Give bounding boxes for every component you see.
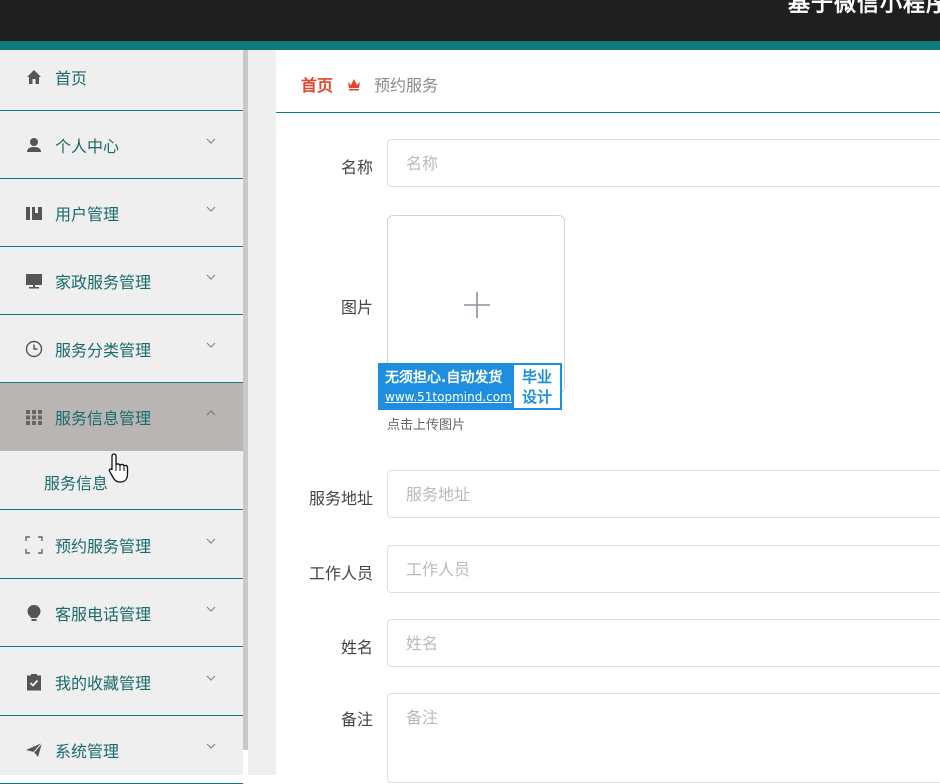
remark-label: 备注 — [340, 710, 373, 729]
breadcrumb: 首页 预约服务 — [301, 72, 438, 96]
chevron-down-icon — [206, 342, 216, 348]
watermark-tag-1: 毕业 — [521, 367, 552, 386]
remark-textarea[interactable] — [387, 693, 940, 783]
sidebar-item-booking[interactable]: 预约服务管理 — [0, 511, 243, 579]
app-title: 基于微信小程序 — [788, 0, 940, 17]
sidebar: 首页 个人中心 用户管理 家政服务管理 服务分类管理 服务信息管理 服务信息 预… — [0, 50, 243, 784]
layout-gutter — [248, 50, 276, 775]
chevron-down-icon — [206, 606, 216, 612]
upload-tip: 点击上传图片 — [387, 418, 466, 433]
users-icon — [25, 204, 43, 222]
chevron-down-icon — [206, 206, 216, 212]
chevron-down-icon — [206, 138, 216, 144]
sidebar-item-profile[interactable]: 个人中心 — [0, 111, 243, 179]
name-input[interactable] — [387, 139, 940, 187]
user-icon — [25, 136, 43, 154]
sidebar-item-label: 服务信息管理 — [55, 409, 152, 428]
hand-cursor-icon — [108, 453, 129, 483]
chevron-down-icon — [206, 274, 216, 280]
sidebar-item-home[interactable]: 首页 — [0, 43, 243, 111]
clipboard-icon — [25, 673, 43, 691]
chevron-down-icon — [206, 743, 216, 749]
chevron-up-icon — [206, 410, 216, 416]
worker-label: 工作人员 — [308, 564, 373, 583]
frame-icon — [25, 535, 43, 554]
watermark-tag-2: 设计 — [521, 387, 552, 406]
home-icon — [25, 68, 43, 86]
submenu-item-label: 服务信息 — [44, 474, 109, 493]
clock-icon — [25, 340, 43, 358]
main-content: 首页 预约服务 名称 图片 无须担心.自动发货 www.51topmind.co… — [276, 50, 940, 783]
sidebar-item-label: 个人中心 — [55, 136, 120, 156]
address-input[interactable] — [387, 470, 940, 518]
watermark-url: www.51topmind.com — [385, 389, 512, 404]
sidebar-item-label: 家政服务管理 — [55, 272, 152, 292]
send-icon — [25, 741, 43, 759]
sidebar-item-label: 我的收藏管理 — [55, 673, 152, 693]
sidebar-item-label: 用户管理 — [55, 204, 120, 224]
worker-input[interactable] — [387, 545, 940, 593]
sidebar-item-label: 预约服务管理 — [55, 536, 152, 556]
chevron-down-icon — [206, 675, 216, 681]
breadcrumb-home-link[interactable]: 首页 — [301, 72, 333, 96]
sidebar-item-service-info[interactable]: 服务信息管理 — [0, 383, 243, 451]
person-name-input[interactable] — [387, 619, 940, 667]
sidebar-item-housekeeping[interactable]: 家政服务管理 — [0, 247, 243, 315]
plus-icon — [464, 292, 490, 318]
name-label: 名称 — [340, 158, 373, 177]
watermark-badge: 无须担心.自动发货 www.51topmind.com 毕业 设计 — [378, 363, 562, 410]
breadcrumb-divider — [276, 112, 940, 113]
bulb-icon — [25, 604, 43, 622]
monitor-icon — [25, 272, 43, 290]
breadcrumb-current: 预约服务 — [374, 76, 439, 95]
crown-icon — [348, 79, 361, 91]
sidebar-item-label: 服务分类管理 — [55, 340, 152, 360]
address-label: 服务地址 — [308, 489, 373, 508]
sidebar-item-label: 首页 — [55, 68, 88, 88]
top-header: 基于微信小程序 — [0, 0, 940, 41]
sidebar-item-favorites[interactable]: 我的收藏管理 — [0, 648, 243, 716]
sidebar-item-system[interactable]: 系统管理 — [0, 716, 243, 784]
sidebar-item-label: 系统管理 — [55, 741, 120, 761]
image-label: 图片 — [340, 298, 373, 317]
grid-icon — [25, 408, 43, 426]
sidebar-item-users[interactable]: 用户管理 — [0, 179, 243, 247]
sidebar-item-category[interactable]: 服务分类管理 — [0, 315, 243, 383]
sidebar-item-hotline[interactable]: 客服电话管理 — [0, 579, 243, 647]
person-name-label: 姓名 — [340, 638, 373, 657]
watermark-text: 无须担心.自动发货 — [385, 369, 503, 386]
sidebar-item-label: 客服电话管理 — [55, 604, 152, 624]
chevron-down-icon — [206, 538, 216, 544]
